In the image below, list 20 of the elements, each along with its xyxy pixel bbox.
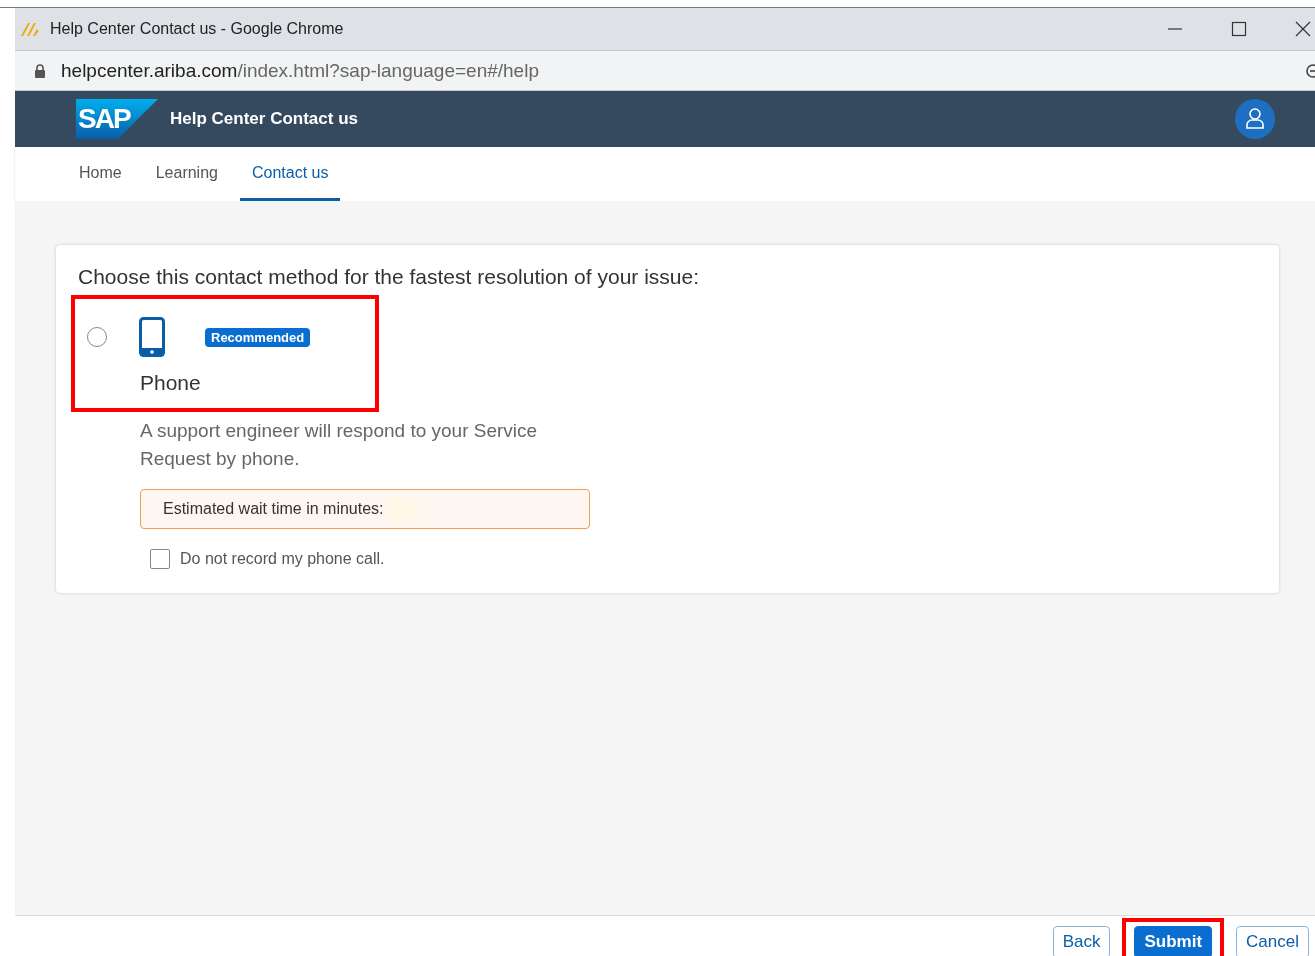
footer-button[interactable]: Back <box>1052 926 1111 956</box>
user-avatar-icon[interactable] <box>1235 99 1275 139</box>
checkbox-label: Do not record my phone call. <box>180 550 385 568</box>
recommended-badge: Recommended <box>205 327 311 347</box>
submit-button[interactable]: Submit <box>1134 926 1213 956</box>
card-heading: Choose this contact method for the fastest resolution of your issue: <box>78 265 700 289</box>
app-title: Help Center Contact us <box>170 109 358 129</box>
option-description: A support engineer will respond to your Service Request by phone. <box>140 419 539 471</box>
lock-icon <box>34 63 46 78</box>
phone-icon <box>139 317 165 357</box>
sap-logo: SAP <box>76 99 158 139</box>
nav-tab[interactable]: Learning <box>143 147 230 201</box>
option-label: Phone <box>140 371 202 395</box>
footer-button[interactable]: Cancel <box>1236 926 1309 956</box>
nav-tab[interactable]: Home <box>67 147 134 201</box>
checkbox[interactable] <box>150 549 170 569</box>
window-title: Help Center Contact us - Google Chrome <box>50 20 344 38</box>
maximize-icon[interactable] <box>1231 21 1247 37</box>
close-icon[interactable] <box>1295 21 1311 37</box>
wait-time-notice: Estimated wait time in minutes: <box>140 489 590 529</box>
